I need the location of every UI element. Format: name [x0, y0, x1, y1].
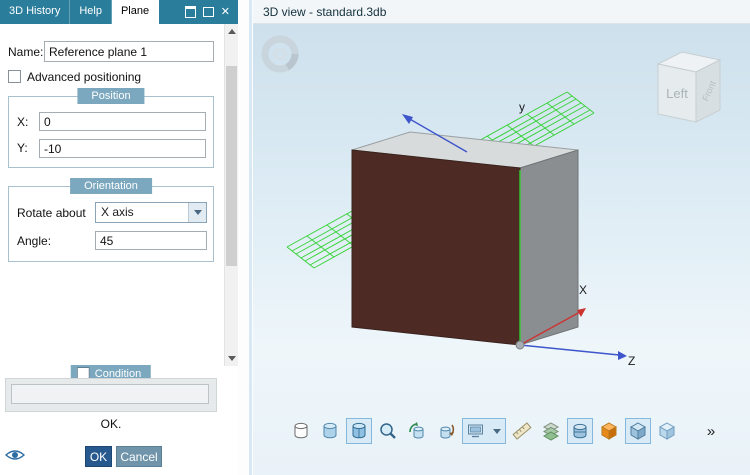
toolbar-overflow-chevron[interactable]: »	[707, 424, 715, 439]
position-group: Position X: Y:	[8, 88, 214, 168]
orange-cube-icon[interactable]	[596, 418, 622, 444]
ok-button[interactable]: OK	[85, 446, 112, 467]
orientation-group: Orientation Rotate about X axis Angle:	[8, 178, 214, 262]
maximize-icon[interactable]	[202, 7, 214, 17]
rotate-about-label: Rotate about	[17, 206, 86, 220]
origin-point[interactable]	[515, 340, 525, 350]
zoom-icon[interactable]	[375, 418, 401, 444]
y-axis-label: y	[519, 100, 525, 114]
name-input[interactable]	[44, 41, 214, 62]
3d-viewport[interactable]: y Z X Left Front	[253, 24, 750, 475]
scroll-up-button[interactable]	[225, 24, 238, 39]
cylinder-wireframe-icon[interactable]	[288, 418, 314, 444]
cube-front-face[interactable]	[351, 149, 521, 346]
tab-3d-history[interactable]: 3D History	[0, 0, 71, 24]
dock-window-icon[interactable]	[184, 6, 196, 18]
vertical-scrollbar[interactable]	[224, 24, 238, 366]
visibility-eye-icon[interactable]	[5, 448, 25, 462]
ruler-icon[interactable]	[509, 418, 535, 444]
chevron-down-icon	[193, 210, 202, 215]
rotate-about-value: X axis	[101, 205, 134, 219]
cancel-button[interactable]: Cancel	[116, 446, 162, 467]
combo-dropdown-button[interactable]	[188, 203, 206, 222]
y-label: Y:	[17, 141, 28, 155]
triangle-up-icon	[227, 29, 236, 34]
advanced-positioning-checkbox[interactable]	[8, 70, 21, 83]
cylinder-shaded-edges-icon[interactable]	[345, 418, 372, 444]
viewport-title-bar: 3D view - standard.3db	[253, 0, 750, 24]
status-text: OK.	[100, 417, 122, 431]
cylinder-shaded-icon[interactable]	[317, 418, 343, 444]
chevron-down-icon	[492, 428, 501, 434]
blue-cube-icon[interactable]	[654, 418, 680, 444]
panel-splitter[interactable]	[238, 0, 253, 475]
mesh-layers-icon[interactable]	[538, 418, 564, 444]
window-controls: ✕	[184, 0, 238, 24]
triangle-down-icon	[227, 356, 236, 361]
navigation-cube[interactable]: Left Front	[656, 51, 722, 123]
viewport-title: 3D view - standard.3db	[263, 4, 387, 19]
position-group-header: Position	[77, 88, 145, 104]
condition-panel	[5, 378, 217, 412]
scrollbar-thumb[interactable]	[226, 66, 237, 266]
rotate-about-combo[interactable]: X axis	[95, 202, 207, 223]
cylinder-turntable-icon[interactable]	[433, 418, 459, 444]
angle-input[interactable]	[95, 231, 207, 250]
close-icon[interactable]: ✕	[221, 7, 230, 18]
orientation-group-header: Orientation	[70, 178, 152, 194]
tab-plane[interactable]: Plane	[111, 0, 160, 24]
cylinder-rotate-icon[interactable]	[404, 418, 430, 444]
x-axis-label: X	[579, 283, 587, 297]
plane-dialog-panel: 3D History Help Plane ✕ Name: Advanced p…	[0, 0, 238, 475]
solid-cube[interactable]	[351, 131, 579, 346]
angle-label: Angle:	[17, 234, 52, 248]
condition-input	[11, 384, 209, 404]
dock-tab-bar: 3D History Help Plane ✕	[0, 0, 238, 24]
3d-scene[interactable]: y Z X Left Front	[253, 24, 750, 475]
nav-cube-left-face-label[interactable]: Left	[666, 86, 688, 101]
x-input[interactable]	[39, 112, 206, 131]
x-label: X:	[17, 115, 29, 129]
scroll-down-button[interactable]	[225, 351, 238, 366]
y-input[interactable]	[39, 139, 206, 158]
blue-cube-framed-icon[interactable]	[624, 418, 651, 444]
cylinder-section-icon[interactable]	[566, 418, 593, 444]
tab-help[interactable]: Help	[70, 0, 112, 24]
compass-icon[interactable]	[261, 35, 299, 73]
z-axis-label: Z	[628, 354, 635, 368]
advanced-positioning-label: Advanced positioning	[27, 70, 142, 84]
application-window: 3D History Help Plane ✕ Name: Advanced p…	[0, 0, 750, 475]
cube-right-face[interactable]	[519, 149, 579, 346]
name-label: Name:	[8, 45, 44, 59]
viewport-toolbar: »	[253, 415, 750, 447]
view-preset-combo[interactable]	[461, 418, 506, 444]
